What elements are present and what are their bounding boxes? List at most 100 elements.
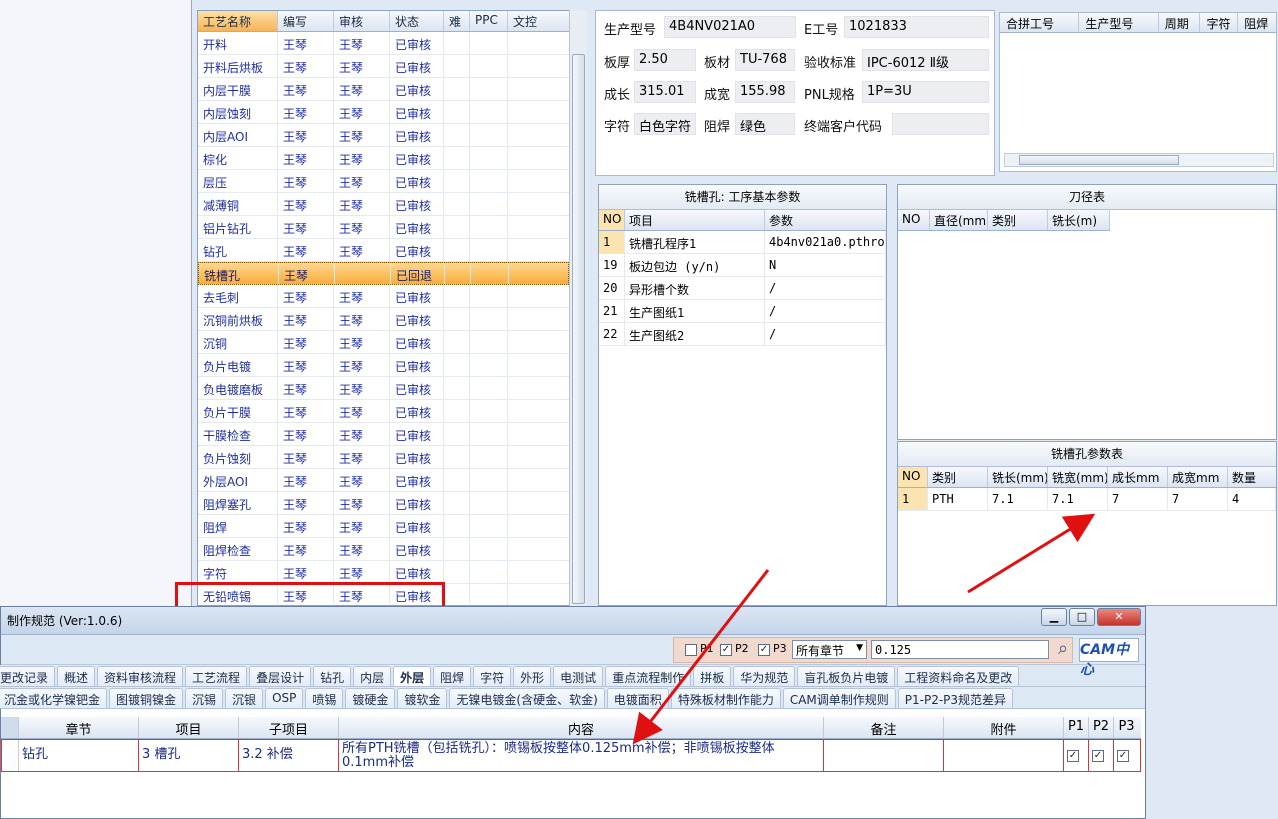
- col-diameter[interactable]: 直径(mm): [930, 210, 988, 230]
- search-input[interactable]: [871, 640, 1049, 659]
- tab-item[interactable]: 工程资料命名及更改: [897, 666, 1020, 686]
- tab-item[interactable]: 更改记录: [0, 666, 56, 686]
- col-char[interactable]: 字符: [1200, 13, 1239, 32]
- col-type[interactable]: 类别: [928, 467, 988, 487]
- col-no[interactable]: NO: [898, 210, 930, 230]
- maximize-button[interactable]: □: [1069, 608, 1095, 626]
- col-item[interactable]: 项目: [139, 717, 239, 738]
- tab-item[interactable]: 工艺流程: [185, 666, 248, 686]
- col-mill-length[interactable]: 铣长(mm): [988, 467, 1048, 487]
- col-mill-length[interactable]: 铣长(m): [1048, 210, 1110, 230]
- col-final-width[interactable]: 成宽mm: [1168, 467, 1228, 487]
- close-button[interactable]: ✕: [1097, 608, 1141, 626]
- col-param[interactable]: 参数: [765, 210, 886, 230]
- p1-checkbox[interactable]: [685, 644, 697, 656]
- tab-item[interactable]: 内层: [353, 666, 392, 686]
- col-type[interactable]: 类别: [988, 210, 1048, 230]
- col-merge-no[interactable]: 合拼工号: [1000, 13, 1080, 32]
- col-reviewer[interactable]: 审核: [334, 11, 390, 31]
- tab-item[interactable]: 重点流程制作: [605, 666, 692, 686]
- tab-item[interactable]: OSP: [265, 688, 304, 708]
- process-row[interactable]: 阻焊塞孔 王琴 王琴 已审核: [198, 492, 569, 515]
- tab-item[interactable]: 电镀面积: [606, 688, 669, 708]
- param-row[interactable]: 19 板边包边 (y/n) N: [599, 254, 886, 277]
- col-content[interactable]: 内容: [339, 717, 824, 738]
- col-subitem[interactable]: 子项目: [239, 717, 339, 738]
- slot-row[interactable]: 1 PTH 7.1 7.1 7 7 4: [898, 488, 1276, 511]
- eno-field[interactable]: 1021833: [844, 16, 989, 38]
- model-field[interactable]: 4B4NV021A0: [664, 16, 796, 38]
- process-row[interactable]: 减薄铜 王琴 王琴 已审核: [198, 193, 569, 216]
- col-p3[interactable]: P3: [1114, 717, 1139, 738]
- param-row[interactable]: 20 异形槽个数 /: [599, 277, 886, 300]
- process-row[interactable]: 棕化 王琴 王琴 已审核: [198, 147, 569, 170]
- col-note[interactable]: 备注: [824, 717, 944, 738]
- process-row[interactable]: 层压 王琴 王琴 已审核: [198, 170, 569, 193]
- tab-item[interactable]: 沉金或化学镍钯金: [0, 688, 108, 708]
- process-row[interactable]: 去毛刺 王琴 王琴 已审核: [198, 285, 569, 308]
- tab-item[interactable]: 叠层设计: [249, 666, 312, 686]
- col-quantity[interactable]: 数量: [1228, 467, 1276, 487]
- tab-item[interactable]: 盲孔板负片电镀: [797, 666, 896, 686]
- col-cycle[interactable]: 周期: [1159, 13, 1201, 32]
- param-row[interactable]: 21 生产图纸1/: [599, 300, 886, 323]
- tab-item[interactable]: 概述: [57, 666, 96, 686]
- char-field[interactable]: 白色字符: [634, 113, 696, 135]
- tab-item[interactable]: 图镀铜镍金: [109, 688, 184, 708]
- process-row[interactable]: 外层AOI 王琴 王琴 已审核: [198, 469, 569, 492]
- tab-item[interactable]: 镀软金: [397, 688, 448, 708]
- tab-item[interactable]: 资料审核流程: [97, 666, 184, 686]
- mask-field[interactable]: 绿色: [735, 113, 795, 135]
- process-row[interactable]: 铝片钻孔 王琴 王琴 已审核: [198, 216, 569, 239]
- param-row[interactable]: 22 生产图纸2/: [599, 323, 886, 346]
- param-row[interactable]: 1 铣槽孔程序1 4b4nv021a0.pthrou: [599, 231, 886, 254]
- col-item[interactable]: 项目: [625, 210, 765, 230]
- tab-item[interactable]: P1-P2-P3规范差异: [897, 688, 1014, 708]
- tab-item[interactable]: CAM调单制作规则: [782, 688, 896, 708]
- process-row[interactable]: 阻焊 王琴 王琴 已审核: [198, 515, 569, 538]
- col-process-name[interactable]: 工艺名称: [198, 11, 278, 31]
- tab-item[interactable]: 无镍电镀金(含硬金、软金): [449, 688, 605, 708]
- col-ppc[interactable]: PPC: [470, 11, 508, 31]
- col-chapter[interactable]: 章节: [19, 717, 139, 738]
- process-row[interactable]: 字符 王琴 王琴 已审核: [198, 561, 569, 584]
- width-field[interactable]: 155.98: [735, 81, 795, 103]
- tab-item[interactable]: 华为规范: [733, 666, 796, 686]
- thickness-field[interactable]: 2.50: [634, 49, 696, 71]
- col-status[interactable]: 状态: [390, 11, 444, 31]
- process-grid-scrollbar[interactable]: [569, 10, 587, 606]
- process-row[interactable]: 开料 王琴 王琴 已审核: [198, 32, 569, 55]
- process-row[interactable]: 沉铜前烘板 王琴 王琴 已审核: [198, 308, 569, 331]
- process-row[interactable]: 负电镀磨板 王琴 王琴 已审核: [198, 377, 569, 400]
- tab-item[interactable]: 外形: [513, 666, 552, 686]
- process-grid[interactable]: 工艺名称 编写 审核 状态 难 PPC 文控 开料 王琴 王琴 已审核 开料后烘板 王琴王…: [197, 10, 570, 606]
- rule-row[interactable]: 钻孔 3 槽孔 3.2 补偿 所有PTH铣槽（包括铣孔）：喷锡板按整体0.125…: [1, 739, 1141, 772]
- col-difficulty[interactable]: 难: [444, 11, 470, 31]
- col-final-length[interactable]: 成长mm: [1108, 467, 1168, 487]
- col-writer[interactable]: 编写: [278, 11, 334, 31]
- process-row[interactable]: 铣槽孔 王琴 已回退: [198, 262, 569, 285]
- col-doc-control[interactable]: 文控: [508, 11, 551, 31]
- process-row[interactable]: 内层蚀刻 王琴 王琴 已审核: [198, 101, 569, 124]
- tab-item[interactable]: 阻焊: [433, 666, 472, 686]
- spec-window-titlebar[interactable]: 制作规范 (Ver:1.0.6): [1, 607, 1145, 635]
- merge-hscrollbar[interactable]: [1004, 153, 1274, 167]
- chapter-select[interactable]: 所有章节 ▼: [792, 640, 867, 659]
- process-row[interactable]: 沉铜 王琴 王琴 已审核: [198, 331, 569, 354]
- tab-item[interactable]: 沉银: [225, 688, 264, 708]
- tab-item[interactable]: 镀硬金: [345, 688, 396, 708]
- process-row[interactable]: 钻孔 王琴 王琴 已审核: [198, 239, 569, 262]
- process-row[interactable]: 内层AOI 王琴 王琴 已审核: [198, 124, 569, 147]
- material-field[interactable]: TU-768: [735, 49, 795, 71]
- p3-checkbox[interactable]: ✓: [758, 644, 770, 656]
- col-attachment[interactable]: 附件: [944, 717, 1064, 738]
- tab-item[interactable]: 沉锡: [185, 688, 224, 708]
- col-mask[interactable]: 阻焊: [1238, 13, 1276, 32]
- tab-item[interactable]: 钻孔: [313, 666, 352, 686]
- col-model[interactable]: 生产型号: [1079, 13, 1159, 32]
- p2-checkbox[interactable]: ✓: [720, 644, 732, 656]
- col-mill-width[interactable]: 铣宽(mm): [1048, 467, 1108, 487]
- process-row[interactable]: 开料后烘板 王琴 王琴 已审核: [198, 55, 569, 78]
- tab-item[interactable]: 喷锡: [305, 688, 344, 708]
- col-p1[interactable]: P1: [1064, 717, 1089, 738]
